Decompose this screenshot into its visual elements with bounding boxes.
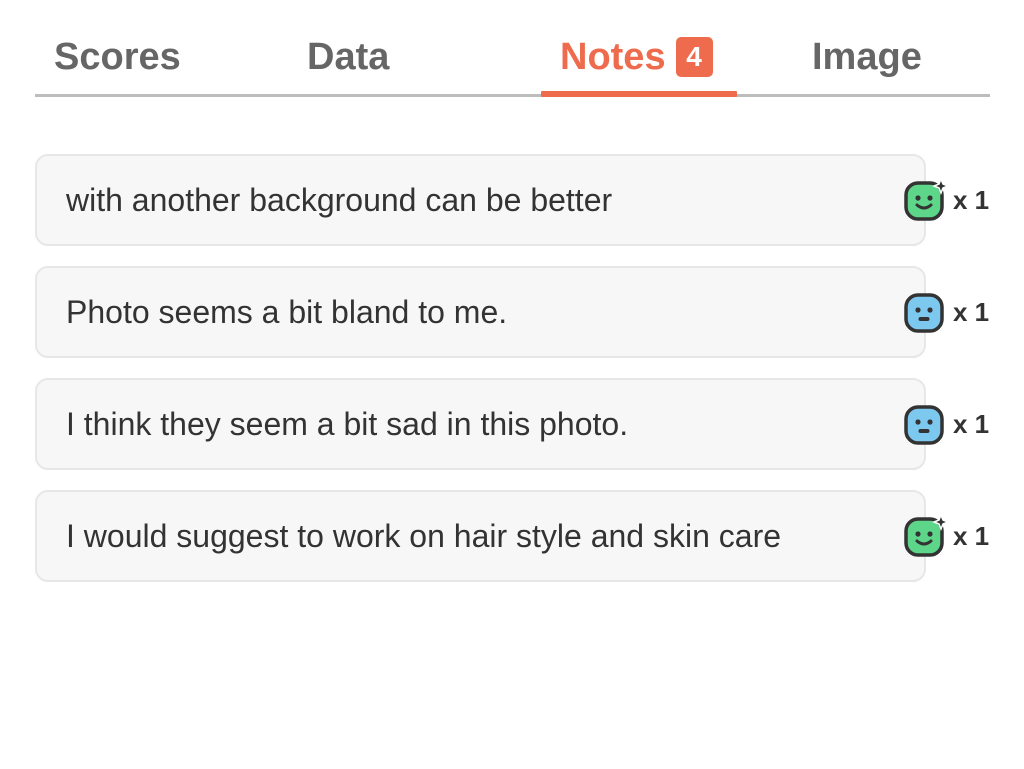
note-text: I think they seem a bit sad in this phot… bbox=[66, 406, 629, 442]
reaction[interactable]: x 1 bbox=[903, 402, 995, 446]
happy-face-icon bbox=[904, 178, 949, 221]
tab-data[interactable]: Data bbox=[307, 33, 389, 81]
reaction[interactable]: x 1 bbox=[903, 178, 995, 222]
neutral-face-icon bbox=[904, 405, 944, 445]
note-item: I would suggest to work on hair style an… bbox=[35, 490, 995, 582]
reaction[interactable]: x 1 bbox=[903, 514, 995, 558]
note-text: with another background can be better bbox=[66, 182, 613, 218]
reaction-count: x 1 bbox=[953, 185, 990, 215]
notes-list: with another background can be better x … bbox=[35, 154, 995, 602]
note-text: I would suggest to work on hair style an… bbox=[66, 518, 782, 554]
note-card[interactable]: I would suggest to work on hair style an… bbox=[35, 490, 926, 582]
note-item: I think they seem a bit sad in this phot… bbox=[35, 378, 995, 470]
tab-image[interactable]: Image bbox=[812, 33, 922, 81]
tab-scores[interactable]: Scores bbox=[54, 33, 181, 81]
tab-scores-label: Scores bbox=[54, 36, 181, 78]
tab-notes[interactable]: Notes 4 bbox=[560, 33, 713, 81]
reaction[interactable]: x 1 bbox=[903, 290, 995, 334]
note-card[interactable]: I think they seem a bit sad in this phot… bbox=[35, 378, 926, 470]
notes-count-badge: 4 bbox=[675, 37, 713, 77]
neutral-face-icon bbox=[904, 293, 944, 333]
active-tab-indicator bbox=[541, 91, 737, 97]
note-card[interactable]: with another background can be better bbox=[35, 154, 926, 246]
note-text: Photo seems a bit bland to me. bbox=[66, 294, 508, 330]
note-card[interactable]: Photo seems a bit bland to me. bbox=[35, 266, 926, 358]
tab-data-label: Data bbox=[307, 36, 390, 78]
happy-face-icon bbox=[904, 514, 949, 557]
reaction-count: x 1 bbox=[953, 521, 990, 551]
reaction-count: x 1 bbox=[953, 297, 990, 327]
tab-bar: Scores Data Notes 4 Image bbox=[35, 0, 990, 97]
note-item: with another background can be better x … bbox=[35, 154, 995, 246]
tab-notes-label: Notes bbox=[560, 36, 666, 78]
tab-image-label: Image bbox=[812, 36, 922, 78]
note-item: Photo seems a bit bland to me. x 1 bbox=[35, 266, 995, 358]
reaction-count: x 1 bbox=[953, 409, 990, 439]
